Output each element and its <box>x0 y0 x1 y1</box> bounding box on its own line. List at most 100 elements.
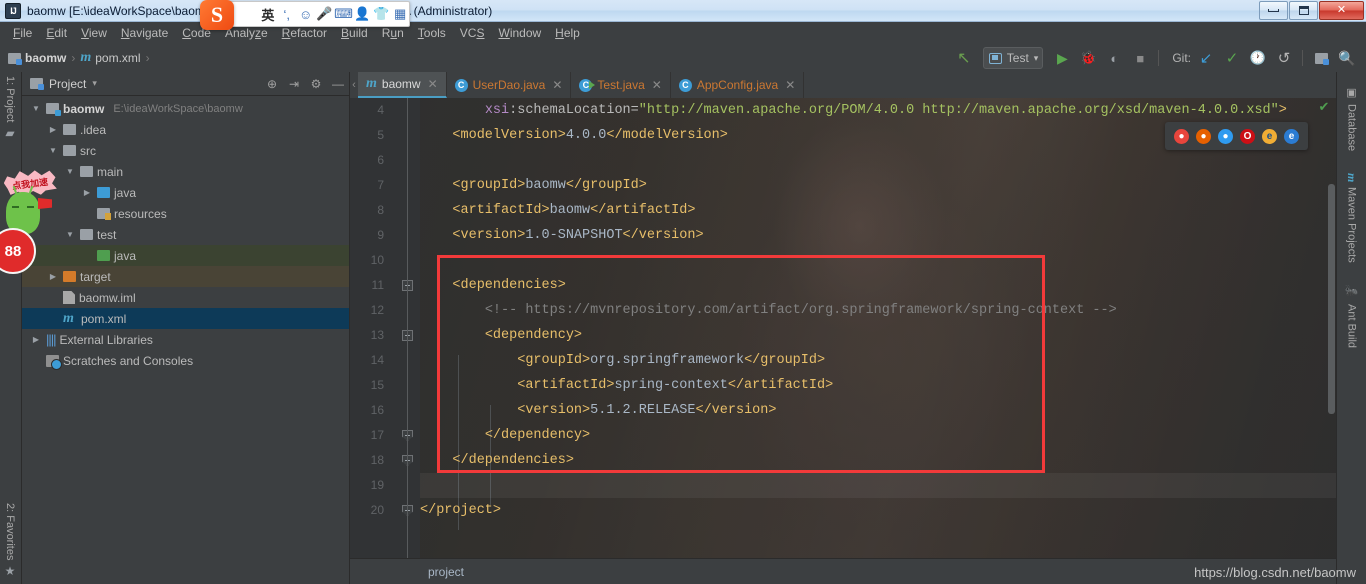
ime-toolbar[interactable]: 英 ‘, ☺ 🎤 ⌨ 👤 👕 ▦ <box>228 1 410 27</box>
menu-item-help[interactable]: Help <box>548 24 587 42</box>
opera-icon[interactable]: O <box>1240 128 1255 144</box>
floating-ad-widget[interactable]: 点我加速 88 <box>0 170 58 282</box>
settings-gear-icon[interactable]: ⚙ <box>309 77 323 91</box>
commit-icon[interactable]: ✓ <box>1221 47 1243 69</box>
ie-icon[interactable]: e <box>1262 128 1277 144</box>
tree-node-main[interactable]: ▼ main <box>22 161 349 182</box>
locate-icon[interactable]: ⊕ <box>265 77 279 91</box>
editor-tab-test[interactable]: C Test.java ✕ <box>571 72 671 98</box>
code-line[interactable]: <artifactId>spring-context</artifactId> <box>420 373 833 398</box>
menu-item-edit[interactable]: Edit <box>39 24 74 42</box>
tree-node-resources[interactable]: resources <box>22 203 349 224</box>
tree-node-target[interactable]: ▶ target <box>22 266 349 287</box>
code-line[interactable]: </dependency> <box>420 423 590 448</box>
menu-item-tools[interactable]: Tools <box>411 24 453 42</box>
breadcrumb-item-file[interactable]: m pom.xml <box>80 50 140 66</box>
editor-tab-appconfig[interactable]: C AppConfig.java ✕ <box>671 72 805 98</box>
menu-item-navigate[interactable]: Navigate <box>114 24 175 42</box>
rail-button-maven-projects[interactable]: m Maven Projects <box>1344 173 1359 263</box>
edge-icon[interactable]: e <box>1284 128 1299 144</box>
chevron-down-icon[interactable]: ▼ <box>30 104 42 113</box>
code-line[interactable]: <groupId>org.springframework</groupId> <box>420 348 825 373</box>
debug-icon[interactable]: 🐞 <box>1077 47 1099 69</box>
tree-node-pom-xml[interactable]: m pom.xml <box>22 308 349 329</box>
rail-button-database[interactable]: ▣ Database <box>1345 86 1358 151</box>
close-button[interactable]: ✕ <box>1319 0 1364 20</box>
code-line[interactable]: </dependencies> <box>420 448 574 473</box>
project-structure-icon[interactable] <box>1310 47 1332 69</box>
ime-skin-icon[interactable]: 👕 <box>372 5 390 23</box>
tabs-scroll-left[interactable]: ‹ <box>350 72 358 98</box>
close-icon[interactable]: ✕ <box>428 77 438 91</box>
code-line[interactable]: <dependencies> <box>420 273 565 298</box>
ime-voice-icon[interactable]: 🎤 <box>316 5 334 23</box>
tree-node-java[interactable]: ▶ java <box>22 182 349 203</box>
update-project-icon[interactable]: ↙ <box>1195 47 1217 69</box>
minimize-button[interactable] <box>1259 0 1288 20</box>
chevron-down-icon[interactable]: ▾ <box>92 78 97 89</box>
tree-node-test[interactable]: ▼ test <box>22 224 349 245</box>
chevron-right-icon[interactable]: ▶ <box>47 125 59 134</box>
editor-tab-userdao[interactable]: C UserDao.java ✕ <box>447 72 572 98</box>
menu-item-vcs[interactable]: VCS <box>453 24 492 42</box>
close-icon[interactable]: ✕ <box>652 78 662 92</box>
rail-button-favorites[interactable]: 2: Favorites ★ <box>3 503 17 578</box>
breadcrumb-item-module[interactable]: baomw <box>8 51 66 65</box>
ime-keyboard-icon[interactable]: ⌨ <box>334 5 353 23</box>
code-line[interactable]: <!-- https://mvnrepository.com/artifact/… <box>420 298 1117 323</box>
editor-breadcrumb[interactable]: project <box>350 558 1336 584</box>
tree-node-src[interactable]: ▼ src <box>22 140 349 161</box>
menu-item-view[interactable]: View <box>74 24 114 42</box>
close-icon[interactable]: ✕ <box>552 78 562 92</box>
editor-gutter[interactable]: 4 5 6 7 8 9 10 11 12 13 14 15 16 17 18 19 20 <box>350 98 420 558</box>
editor-vertical-scrollbar[interactable] <box>1328 184 1335 414</box>
code-line[interactable]: </project> <box>420 498 501 523</box>
code-line[interactable]: xsi:schemaLocation="http://maven.apache.… <box>420 98 1287 123</box>
search-everywhere-icon[interactable]: 🔍 <box>1336 47 1358 69</box>
code-line[interactable]: <version>5.1.2.RELEASE</version> <box>420 398 776 423</box>
history-icon[interactable]: 🕐 <box>1247 47 1269 69</box>
chevron-down-icon[interactable]: ▼ <box>47 146 59 155</box>
code-line[interactable]: <version>1.0-SNAPSHOT</version> <box>420 223 703 248</box>
code-line[interactable]: <artifactId>baomw</artifactId> <box>420 198 695 223</box>
ad-badge-count[interactable]: 88 <box>0 228 36 274</box>
tree-node--idea[interactable]: ▶ .idea <box>22 119 349 140</box>
code-line[interactable]: <modelVersion>4.0.0</modelVersion> <box>420 123 727 148</box>
menu-item-window[interactable]: Window <box>491 24 548 42</box>
run-icon[interactable]: ▶ <box>1051 47 1073 69</box>
tree-node-java[interactable]: java <box>22 245 349 266</box>
menu-item-file[interactable]: File <box>6 24 39 42</box>
rollback-icon[interactable]: ↺ <box>1273 47 1295 69</box>
chrome-icon[interactable]: ● <box>1174 128 1189 144</box>
tree-node-baomw-iml[interactable]: baomw.iml <box>22 287 349 308</box>
maximize-button[interactable] <box>1289 0 1318 20</box>
editor-tab-baomw[interactable]: m baomw ✕ <box>358 72 447 98</box>
collapse-all-icon[interactable]: ⇥ <box>287 77 301 91</box>
rail-button-project[interactable]: 1: Project ▰ <box>3 76 17 140</box>
firefox-icon[interactable]: ● <box>1196 128 1211 144</box>
hide-icon[interactable]: — <box>331 77 345 91</box>
tree-node-external-libraries[interactable]: ▶ |||| External Libraries <box>22 329 349 350</box>
ime-logo-icon[interactable]: S <box>200 0 234 30</box>
chevron-down-icon[interactable]: ▼ <box>64 230 76 239</box>
close-icon[interactable]: ✕ <box>785 78 795 92</box>
tree-node-scratches-and-consoles[interactable]: Scratches and Consoles <box>22 350 349 371</box>
ime-punctuation-icon[interactable]: ‘, <box>278 5 296 23</box>
chevron-down-icon[interactable]: ▼ <box>64 167 76 176</box>
ime-language-button[interactable]: 英 <box>259 5 277 23</box>
rail-button-ant-build[interactable]: 🐜 Ant Build <box>1345 285 1358 347</box>
safari-icon[interactable]: ● <box>1218 128 1233 144</box>
tree-node-baomw[interactable]: ▼ baomw E:\ideaWorkSpace\baomw <box>22 98 349 119</box>
code-line[interactable]: <dependency> <box>420 323 582 348</box>
ime-toolbox-icon[interactable]: ▦ <box>391 5 409 23</box>
ime-user-icon[interactable]: 👤 <box>353 5 371 23</box>
run-configuration-selector[interactable]: Test ▾ <box>982 47 1044 69</box>
build-icon[interactable]: ↖ <box>953 47 975 69</box>
code-line[interactable]: <groupId>baomw</groupId> <box>420 173 646 198</box>
chevron-right-icon[interactable]: ▶ <box>30 335 42 344</box>
code-content[interactable]: xsi:schemaLocation="http://maven.apache.… <box>420 98 1336 558</box>
chevron-right-icon[interactable]: ▶ <box>81 188 93 197</box>
run-with-coverage-icon[interactable]: ◐ <box>1103 47 1125 69</box>
ime-emoji-icon[interactable]: ☺ <box>297 5 315 23</box>
stop-icon[interactable]: ■ <box>1129 47 1151 69</box>
